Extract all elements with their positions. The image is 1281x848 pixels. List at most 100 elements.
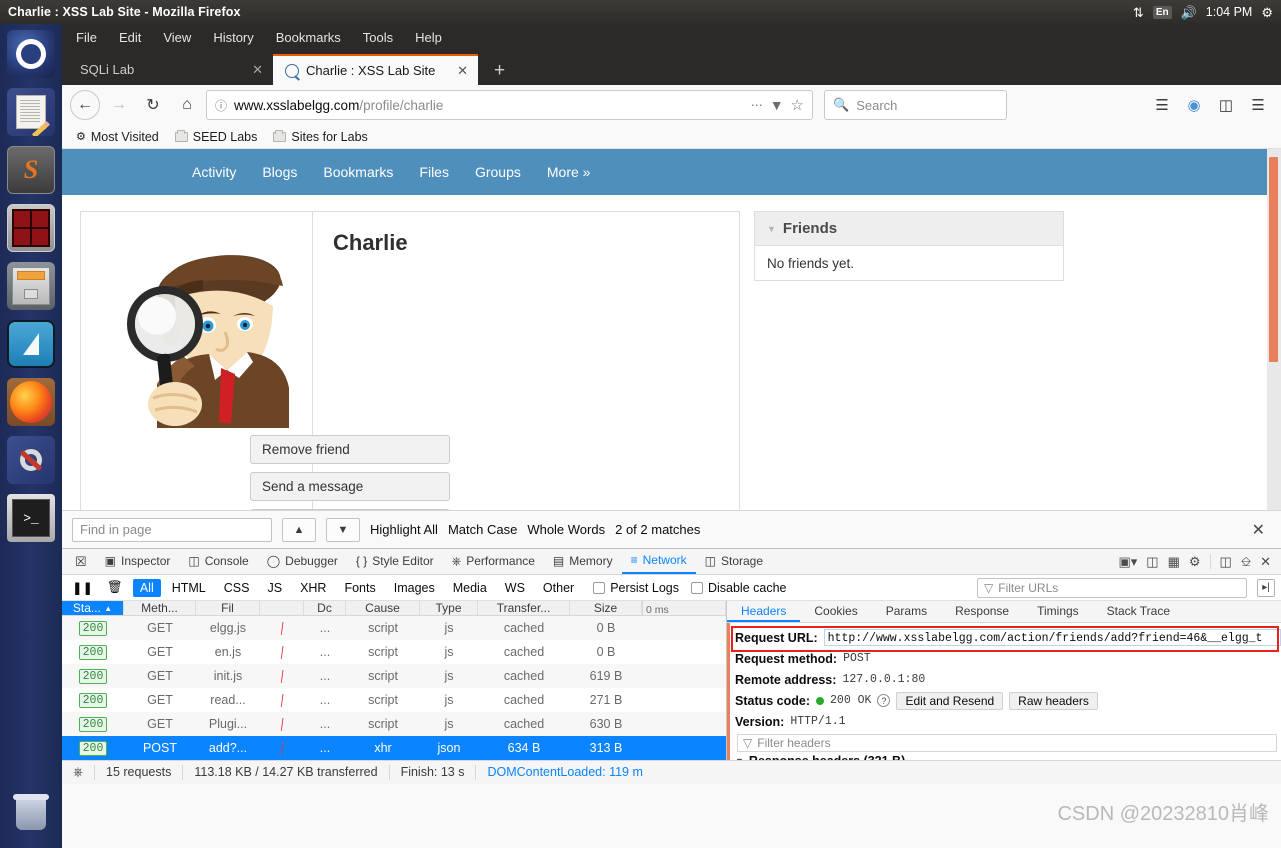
tab-sqli-lab[interactable]: SQLi Lab ✕ — [68, 54, 273, 85]
ubuntu-dash-icon[interactable] — [7, 30, 55, 78]
clear-icon[interactable]: 🗑 — [101, 580, 129, 595]
close-icon[interactable]: ✕ — [457, 63, 468, 79]
table-row[interactable]: 200 GET Plugi... ╱... script js cached 630 B — [62, 712, 726, 736]
account-icon[interactable]: ◉ — [1179, 90, 1209, 120]
scrollbar-thumb[interactable] — [1269, 157, 1278, 362]
page-scrollbar[interactable] — [1267, 149, 1281, 510]
bookmark-most-visited[interactable]: ⚙ Most Visited — [76, 130, 159, 144]
column-type[interactable]: Type — [420, 601, 478, 615]
toggle-details-pane-icon[interactable]: ▸| — [1257, 578, 1275, 597]
sidebar-icon[interactable]: ◫ — [1211, 90, 1241, 120]
settings-icon[interactable] — [7, 436, 55, 484]
filter-all[interactable]: All — [132, 578, 161, 597]
disable-cache-checkbox[interactable]: Disable cache — [690, 581, 786, 595]
detail-tab-params[interactable]: Params — [872, 601, 941, 622]
remove-friend-button[interactable]: Remove friend — [250, 435, 450, 464]
tab-charlie-xss-lab-site[interactable]: Charlie : XSS Lab Site ✕ — [273, 54, 478, 85]
menu-view[interactable]: View — [163, 30, 191, 45]
tab-console[interactable]: ◫ Console — [179, 549, 257, 574]
report-user-button[interactable]: Report user — [250, 509, 450, 510]
detail-tab-cookies[interactable]: Cookies — [800, 601, 871, 622]
match-case-button[interactable]: Match Case — [448, 522, 517, 537]
back-button[interactable]: ← — [70, 90, 100, 120]
nav-item-more[interactable]: More » — [547, 164, 591, 180]
dock-window-icon[interactable]: ⎒ — [1241, 554, 1251, 570]
clock[interactable]: 1:04 PM — [1206, 5, 1253, 19]
menu-bookmarks[interactable]: Bookmarks — [276, 30, 341, 45]
raw-headers-button[interactable]: Raw headers — [1009, 691, 1098, 710]
dock-side-icon[interactable]: ◫ — [1220, 554, 1232, 570]
close-devtools-icon[interactable]: ✕ — [1260, 554, 1271, 570]
screenshot-icon[interactable]: ▦ — [1168, 554, 1180, 570]
page-actions-icon[interactable]: ⋯ — [751, 98, 763, 112]
filter-js[interactable]: JS — [260, 579, 289, 597]
edit-and-resend-button[interactable]: Edit and Resend — [896, 691, 1004, 710]
column-transfer[interactable]: Transfer... — [478, 601, 570, 615]
column-file[interactable]: Fil — [196, 601, 260, 615]
detail-tab-stack-trace[interactable]: Stack Trace — [1093, 601, 1184, 622]
nav-item-bookmarks[interactable]: Bookmarks — [323, 164, 393, 180]
devtools-settings-gear-icon[interactable]: ⚙ — [1189, 554, 1201, 570]
split-console-icon[interactable]: ◫ — [1146, 554, 1158, 570]
file-manager-icon[interactable] — [7, 262, 55, 310]
pause-icon[interactable]: ❚❚ — [68, 580, 97, 595]
gear-icon[interactable]: ⚙ — [1261, 6, 1273, 19]
table-row[interactable]: 200 POST add?... ╱... xhr json 634 B 313 B — [62, 736, 726, 760]
hamburger-menu-icon[interactable]: ☰ — [1243, 90, 1273, 120]
menu-history[interactable]: History — [213, 30, 253, 45]
response-headers-section[interactable]: ▼ Response headers (321 B) — [735, 752, 1281, 760]
tab-storage[interactable]: ◫ Storage — [696, 549, 772, 574]
new-tab-button[interactable]: + — [486, 60, 513, 85]
filter-headers-input[interactable]: ▽ Filter headers — [737, 734, 1277, 752]
chevron-down-icon[interactable]: ▼ — [767, 224, 776, 234]
column-cause[interactable]: Cause — [346, 601, 420, 615]
reload-icon[interactable]: ↻ — [138, 90, 168, 120]
bookmark-sites-for-labs[interactable]: Sites for Labs — [273, 129, 368, 144]
filter-fonts[interactable]: Fonts — [337, 579, 382, 597]
network-icon[interactable]: ⇅ — [1133, 6, 1144, 19]
table-row[interactable]: 200 GET en.js ╱... script js cached 0 B — [62, 640, 726, 664]
nav-item-blogs[interactable]: Blogs — [262, 164, 297, 180]
column-size[interactable]: Size — [570, 601, 642, 615]
nav-item-files[interactable]: Files — [419, 164, 449, 180]
bookmark-star-icon[interactable]: ☆ — [791, 96, 804, 114]
url-bar[interactable]: ⓘ www.xsslabelgg.com/profile/charlie ⋯ ▼… — [206, 90, 813, 120]
element-picker-icon[interactable]: ☒ — [66, 549, 96, 574]
info-icon[interactable]: ⓘ — [215, 97, 227, 114]
nav-item-activity[interactable]: Activity — [192, 164, 236, 180]
table-row[interactable]: 200 GET elgg.js ╱... script js cached 0 B — [62, 616, 726, 640]
keyboard-language-indicator[interactable]: En — [1152, 5, 1172, 19]
responsive-design-mode-icon[interactable]: ▣▾ — [1118, 554, 1137, 570]
volume-icon[interactable]: 🔊 — [1181, 6, 1197, 19]
menu-help[interactable]: Help — [415, 30, 442, 45]
persist-logs-checkbox[interactable]: Persist Logs — [593, 581, 679, 595]
table-row[interactable]: 200 GET read... ╱... script js cached 271 B — [62, 688, 726, 712]
column-domain[interactable]: Dc — [304, 601, 346, 615]
firefox-icon[interactable] — [7, 378, 55, 426]
find-input[interactable]: Find in page — [72, 517, 272, 542]
column-status[interactable]: Sta... ▲ — [62, 601, 124, 615]
filter-html[interactable]: HTML — [165, 579, 213, 597]
detail-tab-timings[interactable]: Timings — [1023, 601, 1093, 622]
column-timeline[interactable]: 0 ms — [642, 601, 726, 616]
tab-inspector[interactable]: ▣ Inspector — [96, 549, 180, 574]
filter-xhr[interactable]: XHR — [293, 579, 333, 597]
column-security[interactable] — [260, 601, 304, 615]
filter-css[interactable]: CSS — [217, 579, 257, 597]
terminal-icon[interactable]: >_ — [7, 494, 55, 542]
tab-debugger[interactable]: ◯ Debugger — [258, 549, 347, 574]
search-bar[interactable]: 🔍 Search — [824, 90, 1007, 120]
close-icon[interactable]: ✕ — [252, 62, 263, 78]
highlight-all-button[interactable]: Highlight All — [370, 522, 438, 537]
tab-performance[interactable]: ⎈ Performance — [443, 549, 544, 574]
nav-item-groups[interactable]: Groups — [475, 164, 521, 180]
filter-media[interactable]: Media — [446, 579, 494, 597]
send-a-message-button[interactable]: Send a message — [250, 472, 450, 501]
whole-words-button[interactable]: Whole Words — [527, 522, 605, 537]
detail-tab-headers[interactable]: Headers — [727, 601, 801, 622]
home-icon[interactable]: ⌂ — [172, 90, 202, 120]
forward-button[interactable]: → — [104, 90, 134, 120]
terminal-red-icon[interactable] — [7, 204, 55, 252]
filter-urls-input[interactable]: ▽ Filter URLs — [977, 577, 1247, 598]
tab-network[interactable]: ≡ Network — [621, 549, 696, 574]
